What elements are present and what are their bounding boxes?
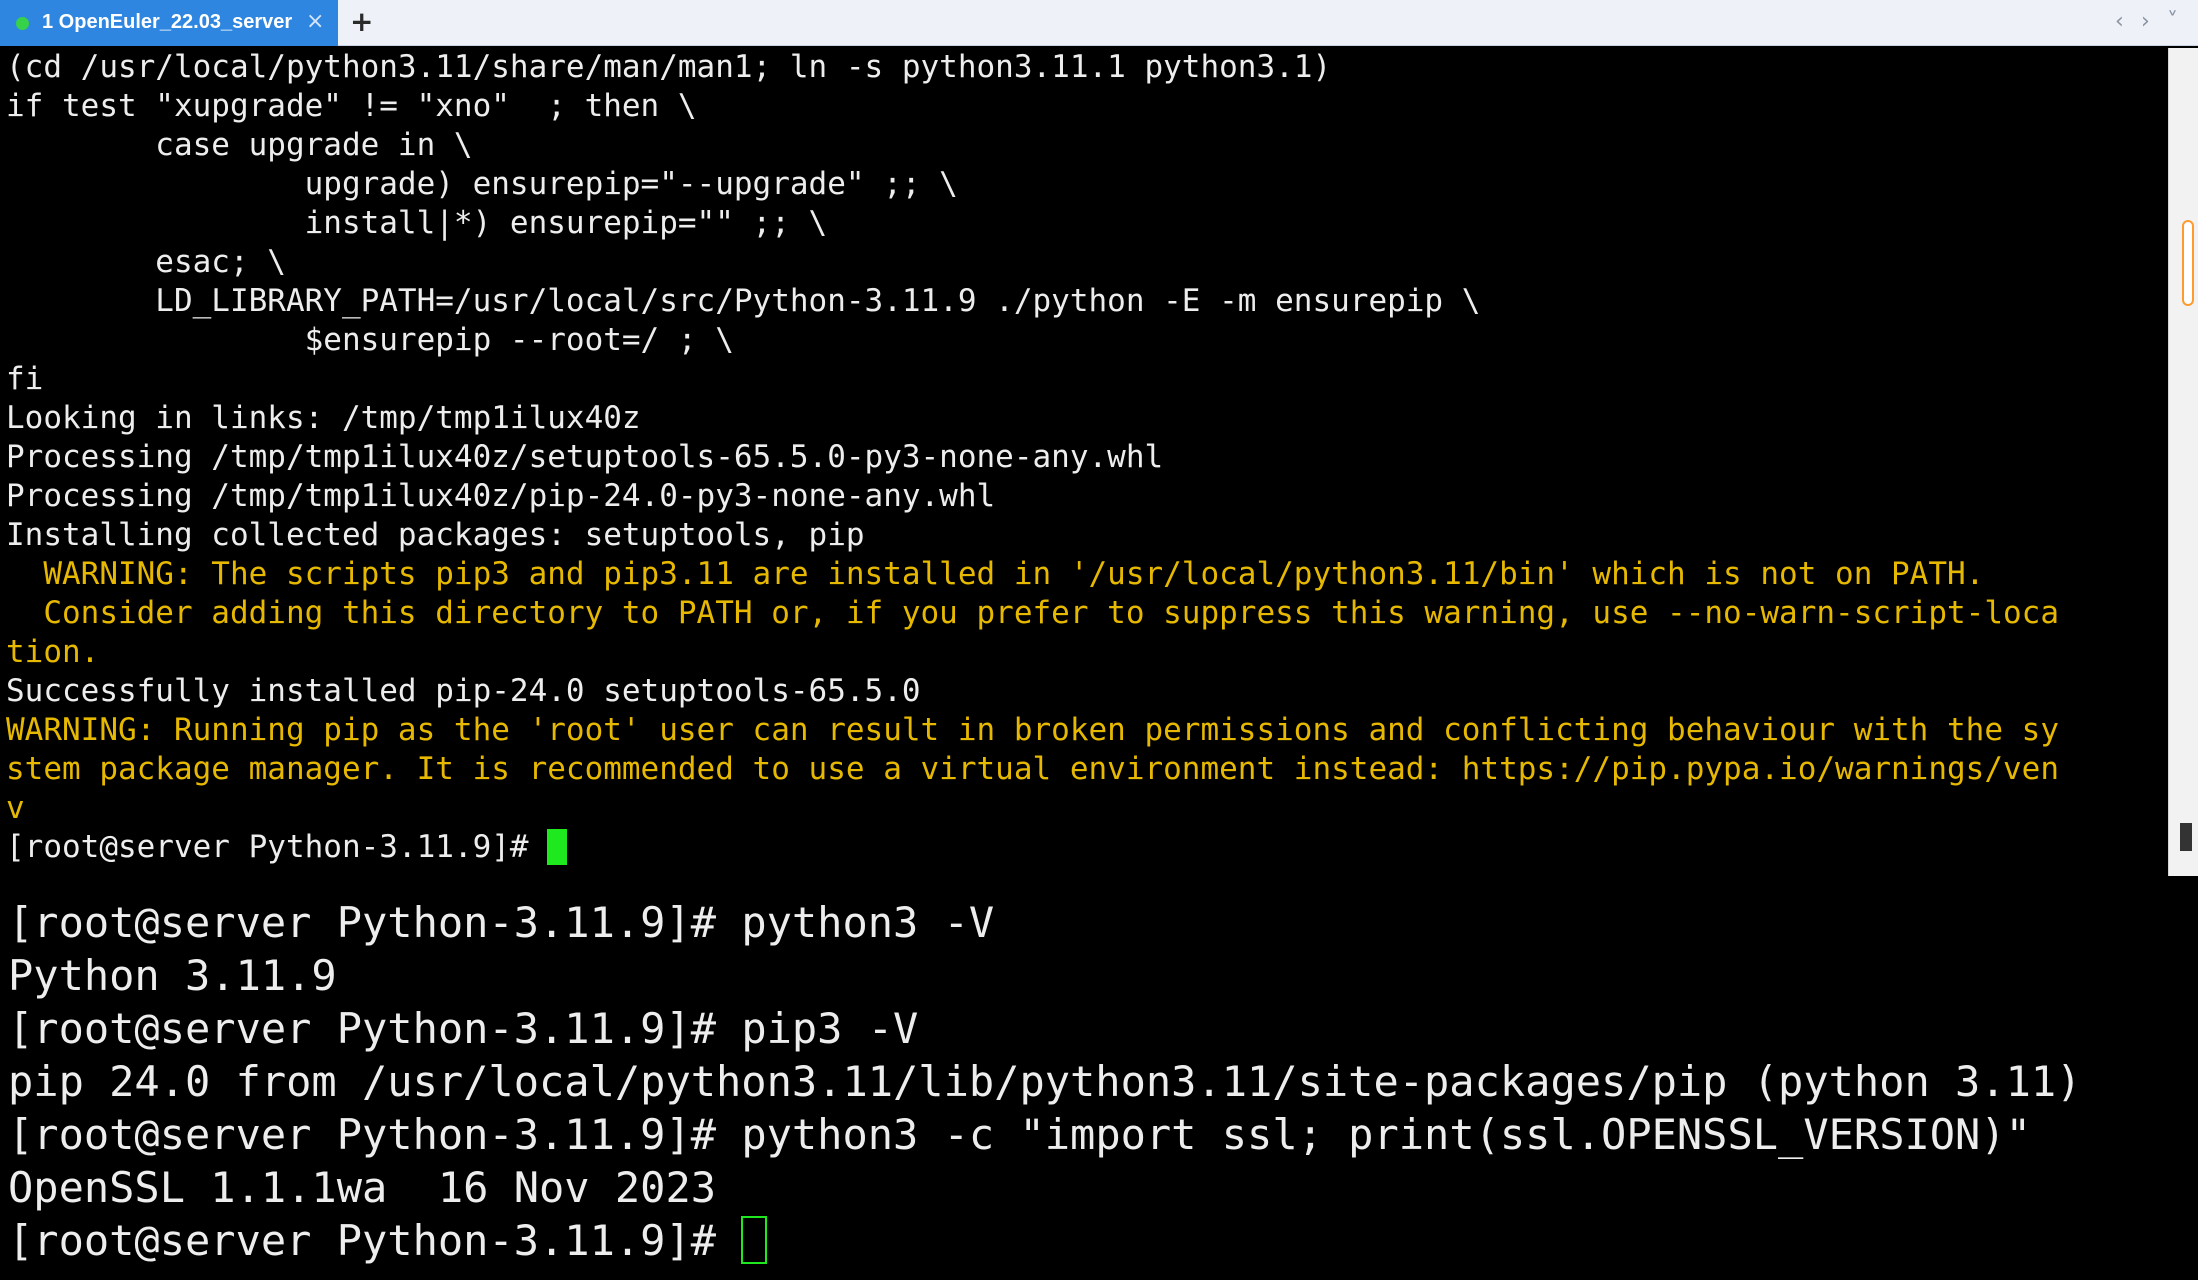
shell-prompt: [root@server Python-3.11.9]# bbox=[8, 1110, 742, 1159]
terminal-warning-line: stem package manager. It is recommended … bbox=[6, 751, 2059, 787]
zoomed-command-line: [root@server Python-3.11.9]# python3 -V bbox=[8, 896, 994, 949]
terminal-scrollbar[interactable] bbox=[2168, 48, 2198, 876]
shell-prompt: [root@server Python-3.11.9]# bbox=[6, 829, 548, 865]
zoomed-command-output: pip 24.0 from /usr/local/python3.11/lib/… bbox=[8, 1057, 2082, 1106]
zoomed-command-line: [root@server Python-3.11.9]# pip3 -V bbox=[8, 1002, 918, 1055]
terminal-line: install|*) ensurepip="" ;; \ bbox=[6, 205, 828, 241]
terminal-zoomed-output[interactable]: [root@server Python-3.11.9]# python3 -V P… bbox=[0, 876, 2198, 1280]
scrollbar-position-marker bbox=[2180, 823, 2192, 851]
close-tab-icon[interactable]: × bbox=[306, 9, 324, 35]
connection-status-icon bbox=[16, 17, 29, 30]
terminal-line: LD_LIBRARY_PATH=/usr/local/src/Python-3.… bbox=[6, 283, 1481, 319]
terminal-warning-line: tion. bbox=[6, 634, 100, 670]
terminal-warning-line: v bbox=[6, 790, 25, 826]
terminal-line: (cd /usr/local/python3.11/share/man/man1… bbox=[6, 49, 1332, 85]
shell-prompt: [root@server Python-3.11.9]# bbox=[8, 1004, 742, 1053]
shell-prompt: [root@server Python-3.11.9]# bbox=[8, 898, 742, 947]
terminal-cursor bbox=[741, 1216, 768, 1264]
terminal-line: esac; \ bbox=[6, 244, 286, 280]
tab-scroll-right-icon[interactable]: › bbox=[2141, 8, 2150, 36]
terminal-line: Processing /tmp/tmp1ilux40z/setuptools-6… bbox=[6, 439, 1164, 475]
terminal-warning-line: WARNING: The scripts pip3 and pip3.11 ar… bbox=[6, 556, 1985, 592]
terminal-line: fi bbox=[6, 361, 44, 397]
tab-bar: 1 OpenEuler_22.03_server × + ‹ › ˅ bbox=[0, 0, 2198, 46]
zoomed-command-line: [root@server Python-3.11.9]# python3 -c … bbox=[8, 1108, 2031, 1161]
terminal-line: if test "xupgrade" != "xno" ; then \ bbox=[6, 88, 697, 124]
terminal-line: Looking in links: /tmp/tmp1ilux40z bbox=[6, 400, 641, 436]
terminal-output[interactable]: (cd /usr/local/python3.11/share/man/man1… bbox=[0, 48, 2168, 876]
shell-prompt: [root@server Python-3.11.9]# bbox=[8, 1216, 742, 1265]
terminal-line: case upgrade in \ bbox=[6, 127, 473, 163]
tab-list-menu-icon[interactable]: ˅ bbox=[2167, 8, 2178, 36]
terminal-line: Processing /tmp/tmp1ilux40z/pip-24.0-py3… bbox=[6, 478, 996, 514]
terminal-line: $ensurepip --root=/ ; \ bbox=[6, 322, 734, 358]
session-tab-label: 1 OpenEuler_22.03_server bbox=[42, 11, 293, 33]
terminal-warning-line: WARNING: Running pip as the 'root' user … bbox=[6, 712, 2059, 748]
session-tab[interactable]: 1 OpenEuler_22.03_server × bbox=[0, 0, 338, 46]
terminal-cursor bbox=[547, 829, 568, 865]
shell-command: pip3 -V bbox=[741, 1004, 919, 1053]
terminal-warning-line: Consider adding this directory to PATH o… bbox=[6, 595, 2059, 631]
zoomed-command-output: Python 3.11.9 bbox=[8, 951, 337, 1000]
shell-command: python3 -c "import ssl; print(ssl.OPENSS… bbox=[741, 1110, 2031, 1159]
zoomed-command-output: OpenSSL 1.1.1wa 16 Nov 2023 bbox=[8, 1163, 717, 1212]
zoomed-prompt-line: [root@server Python-3.11.9]# bbox=[8, 1214, 768, 1267]
terminal-line: Installing collected packages: setuptool… bbox=[6, 517, 865, 553]
scrollbar-thumb[interactable] bbox=[2182, 220, 2194, 306]
terminal-line: Successfully installed pip-24.0 setuptoo… bbox=[6, 673, 921, 709]
new-tab-button[interactable]: + bbox=[350, 5, 373, 39]
shell-command: python3 -V bbox=[741, 898, 995, 947]
terminal-prompt-line: [root@server Python-3.11.9]# bbox=[6, 828, 568, 867]
terminal-line: upgrade) ensurepip="--upgrade" ;; \ bbox=[6, 166, 958, 202]
tab-scroll-left-icon[interactable]: ‹ bbox=[2115, 8, 2124, 36]
